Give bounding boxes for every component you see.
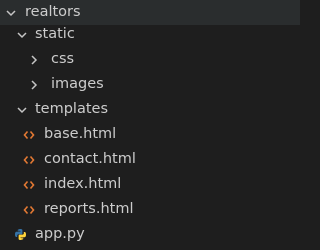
tree-item-label: base.html bbox=[44, 126, 117, 142]
chevron-right-icon[interactable] bbox=[27, 53, 41, 67]
html-file-icon bbox=[22, 153, 36, 167]
tree-item-label: images bbox=[51, 76, 104, 92]
tree-item-images[interactable]: images bbox=[0, 72, 300, 97]
chevron-right-icon[interactable] bbox=[27, 78, 41, 92]
chevron-down-icon[interactable] bbox=[15, 28, 29, 42]
tree-item-contact-html[interactable]: contact.html bbox=[0, 147, 300, 172]
html-file-icon bbox=[22, 203, 36, 217]
python-file-icon bbox=[13, 228, 27, 242]
tree-item-label: index.html bbox=[44, 176, 122, 192]
tree-item-label: css bbox=[51, 51, 75, 67]
tree-item-label: contact.html bbox=[44, 151, 136, 167]
chevron-down-icon[interactable] bbox=[15, 103, 29, 117]
tree-item-label: app.py bbox=[35, 226, 85, 242]
chevron-down-icon[interactable] bbox=[4, 6, 18, 20]
tree-item-index-html[interactable]: index.html bbox=[0, 172, 300, 197]
tree-item-app-py[interactable]: app.py bbox=[0, 222, 300, 247]
html-file-icon bbox=[22, 178, 36, 192]
tree-item-label: templates bbox=[35, 101, 109, 117]
tree-item-base-html[interactable]: base.html bbox=[0, 122, 300, 147]
tree-item-reports-html[interactable]: reports.html bbox=[0, 197, 300, 222]
file-explorer: realtors static css images templates bas… bbox=[0, 0, 300, 250]
html-file-icon bbox=[22, 128, 36, 142]
tree-item-templates[interactable]: templates bbox=[0, 97, 300, 122]
tree-item-static[interactable]: static bbox=[0, 22, 300, 47]
tree-item-css[interactable]: css bbox=[0, 47, 300, 72]
tree-item-label: reports.html bbox=[44, 201, 134, 217]
tree-item-label: static bbox=[35, 26, 75, 42]
